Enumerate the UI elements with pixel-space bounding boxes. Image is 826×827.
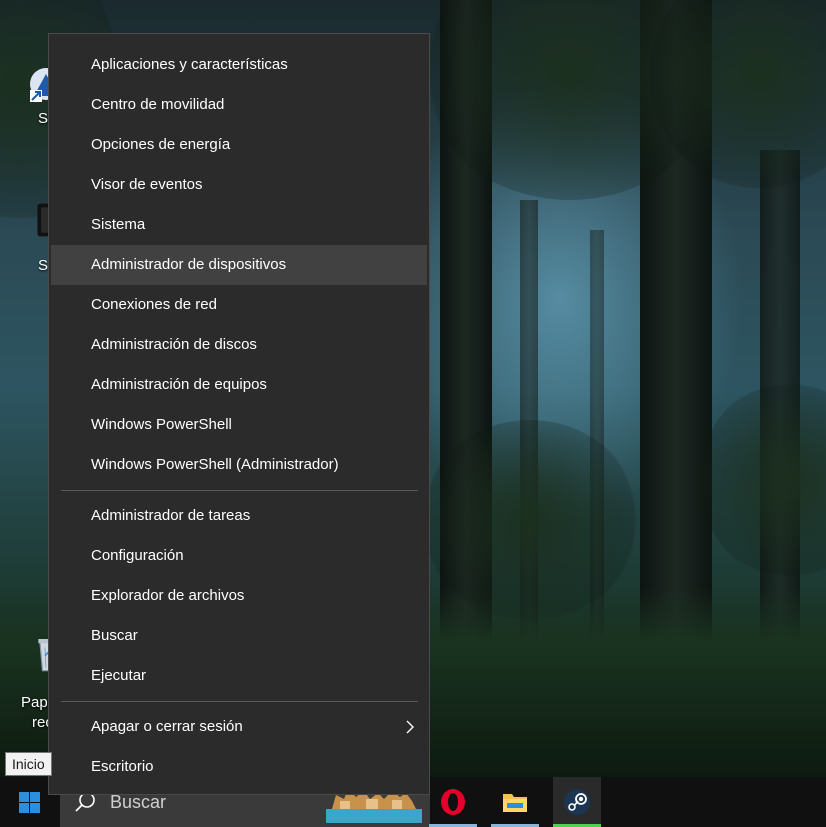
menu-item-search[interactable]: Buscar — [51, 616, 427, 656]
taskbar-app-file-explorer[interactable] — [491, 777, 539, 827]
start-tooltip: Inicio — [5, 752, 52, 776]
taskbar-app-steam[interactable] — [553, 777, 601, 827]
foliage — [700, 380, 826, 580]
menu-item-event-viewer[interactable]: Visor de eventos — [51, 165, 427, 205]
desktop-icon-label: S — [38, 257, 49, 274]
menu-item-mobility-center[interactable]: Centro de movilidad — [51, 85, 427, 125]
menu-separator — [61, 701, 418, 702]
windows-logo-icon — [19, 792, 40, 813]
menu-item-desktop[interactable]: Escritorio — [51, 747, 427, 787]
desktop-icon-label: S — [38, 110, 49, 127]
opera-icon — [441, 789, 465, 815]
menu-item-apps-features[interactable]: Aplicaciones y características — [51, 45, 427, 85]
menu-item-powershell[interactable]: Windows PowerShell — [51, 405, 427, 445]
menu-item-power-options[interactable]: Opciones de energía — [51, 125, 427, 165]
menu-item-file-explorer[interactable]: Explorador de archivos — [51, 576, 427, 616]
steam-icon — [564, 789, 590, 815]
menu-item-device-manager[interactable]: Administrador de dispositivos — [51, 245, 427, 285]
menu-item-task-manager[interactable]: Administrador de tareas — [51, 496, 427, 536]
menu-item-shutdown-signout[interactable]: Apagar o cerrar sesión — [51, 707, 427, 747]
menu-item-computer-management[interactable]: Administración de equipos — [51, 365, 427, 405]
menu-item-settings[interactable]: Configuración — [51, 536, 427, 576]
power-user-menu: Aplicaciones y características Centro de… — [48, 33, 430, 795]
menu-item-label: Apagar o cerrar sesión — [91, 718, 243, 735]
menu-item-run[interactable]: Ejecutar — [51, 656, 427, 696]
menu-separator — [61, 490, 418, 491]
file-explorer-icon — [503, 794, 527, 812]
menu-item-system[interactable]: Sistema — [51, 205, 427, 245]
menu-item-network-connections[interactable]: Conexiones de red — [51, 285, 427, 325]
menu-item-disk-management[interactable]: Administración de discos — [51, 325, 427, 365]
taskbar-app-opera[interactable] — [429, 777, 477, 827]
menu-item-powershell-admin[interactable]: Windows PowerShell (Administrador) — [51, 445, 427, 485]
chevron-right-icon — [406, 720, 414, 734]
